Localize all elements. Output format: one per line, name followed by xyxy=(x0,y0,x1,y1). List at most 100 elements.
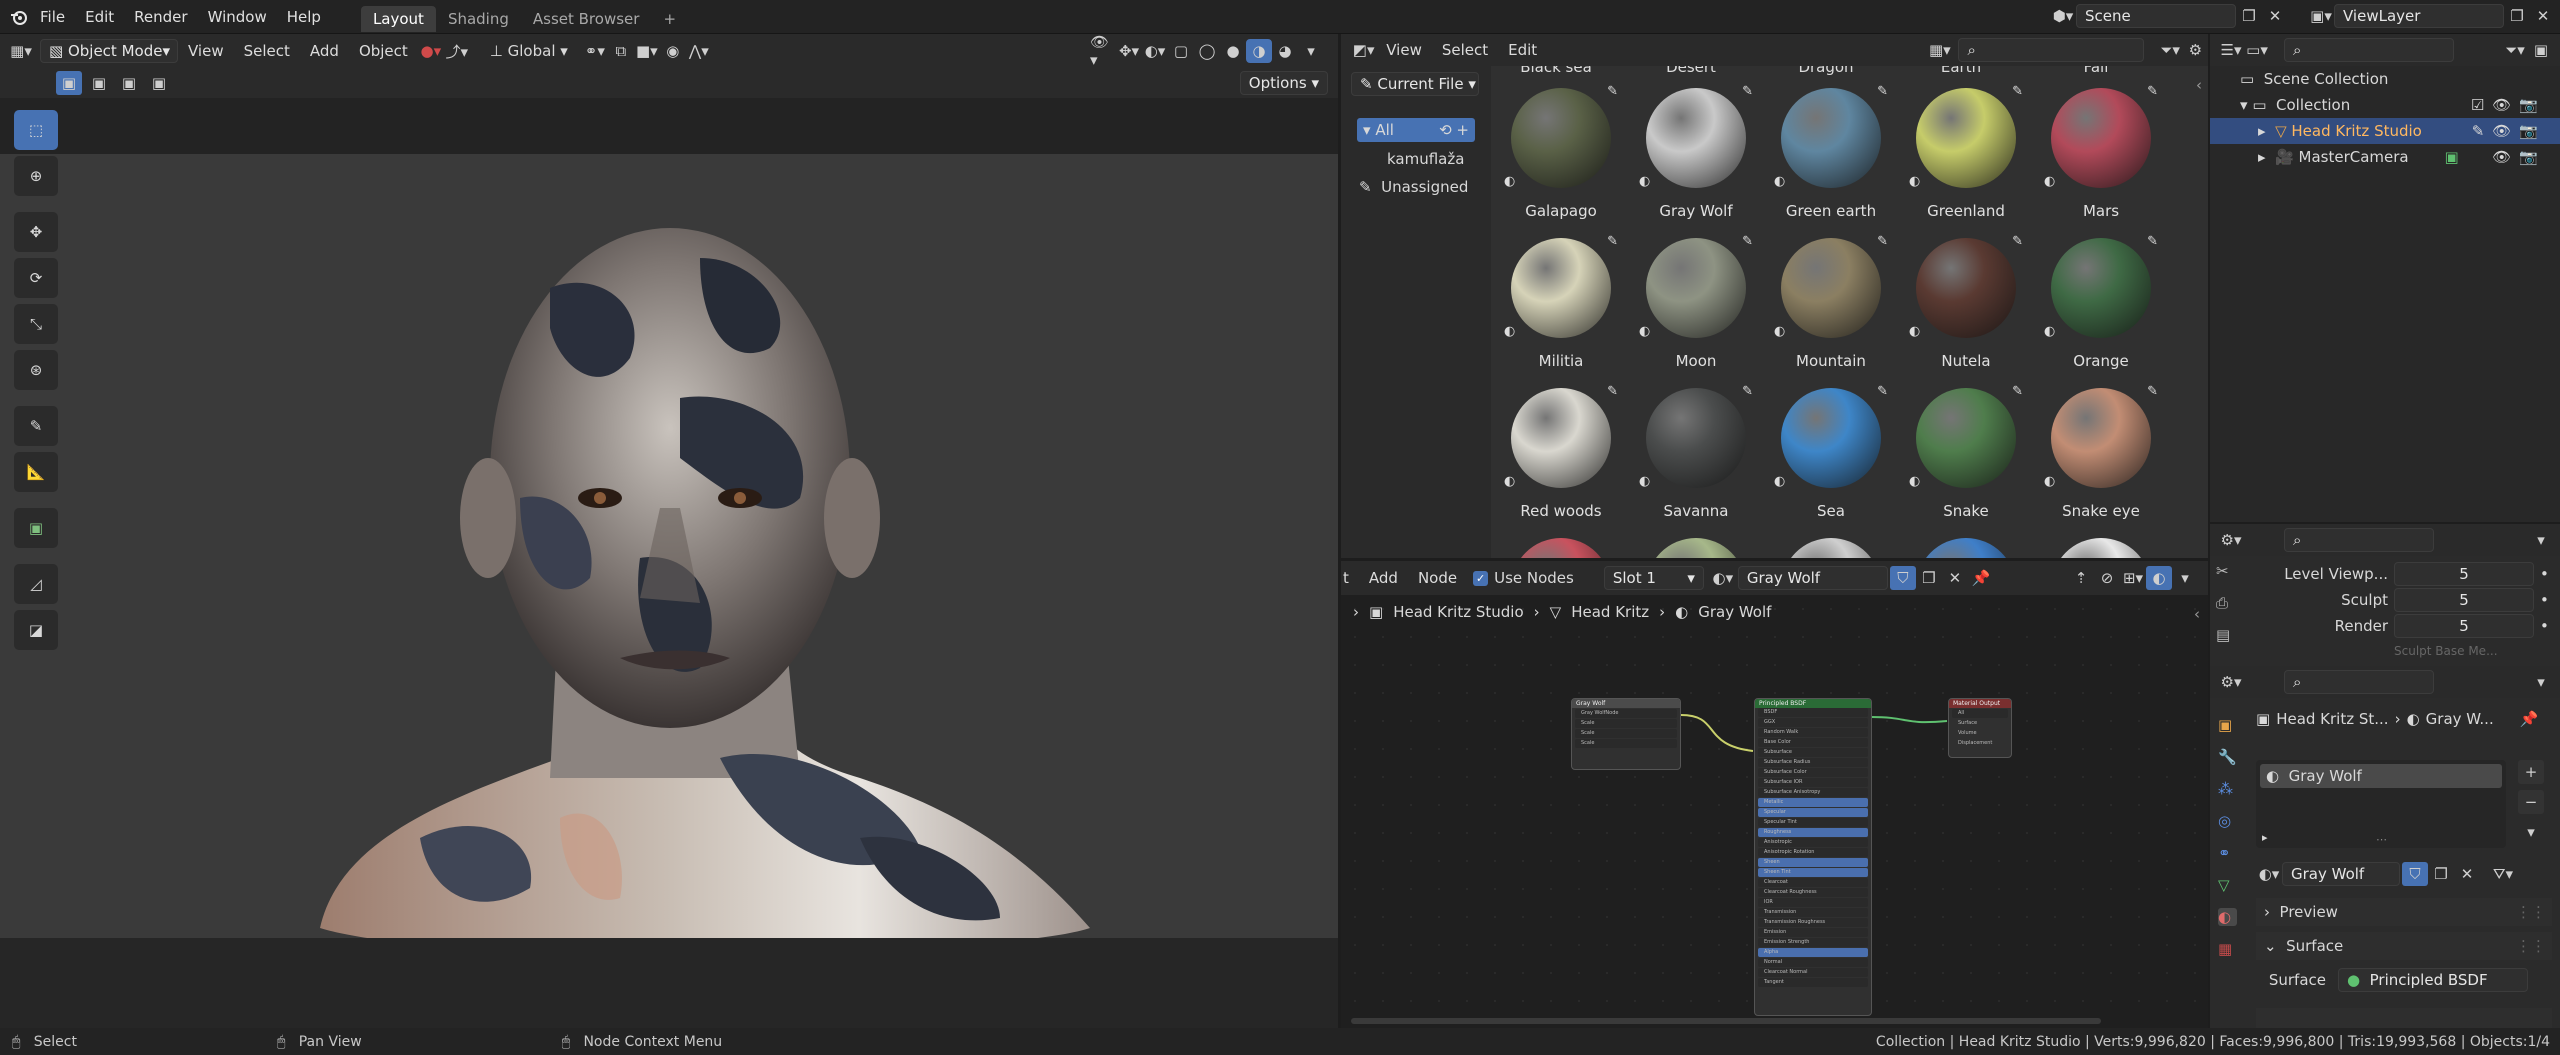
material-asset-tile[interactable]: ✎ ◐ Snake xyxy=(1901,384,2031,520)
bsdf-socket[interactable]: IOR xyxy=(1758,898,1868,907)
camera-toggles-icon[interactable]: ▣ 👁📷 xyxy=(2445,144,2546,170)
scene-icon[interactable]: ⬢▾ xyxy=(2050,4,2076,28)
mode-dropdown[interactable]: ▧ Object Mode ▾ xyxy=(40,39,178,63)
object-toggles-icon[interactable]: ✎👁📷 xyxy=(2472,118,2546,144)
output-tab-icon[interactable]: ▤ xyxy=(2216,626,2230,644)
edit-asset-icon[interactable]: ✎ xyxy=(2012,84,2023,99)
material-asset-tile[interactable]: ✎ ◐ Green earth xyxy=(1766,84,1896,220)
edit-asset-icon[interactable]: ✎ xyxy=(1877,384,1888,399)
orientation-dropdown[interactable]: ⊥ Global ▾ xyxy=(490,42,568,60)
node-socket[interactable]: Surface xyxy=(1952,719,2008,728)
render-level-field[interactable]: 5 xyxy=(2394,614,2534,638)
outliner-row-scene-collection[interactable]: ▭ Scene Collection xyxy=(2210,66,2560,92)
outliner-filter-icon[interactable]: ⏷▾ xyxy=(2502,38,2528,62)
bsdf-socket[interactable]: Alpha xyxy=(1758,948,1868,957)
material-asset-tile[interactable]: ✎ ◐ Sea xyxy=(1766,384,1896,520)
pin-icon[interactable]: 📌 xyxy=(2520,710,2539,728)
data-tab-icon[interactable]: ▽ xyxy=(2218,876,2237,894)
properties-search-input[interactable]: ⌕ xyxy=(2284,528,2434,552)
node-menu-truncated[interactable]: t xyxy=(1341,565,1359,591)
keyframe-dot-icon[interactable]: • xyxy=(2540,565,2549,583)
snapping-icon[interactable]: ⧉ xyxy=(608,39,634,63)
material-preview-sphere[interactable] xyxy=(1781,538,1881,558)
menu-edit[interactable]: Edit xyxy=(75,0,124,34)
blender-logo-icon[interactable] xyxy=(0,8,30,26)
3d-viewport[interactable]: ‹ xyxy=(0,98,1338,1028)
node-socket[interactable]: Displacement xyxy=(1952,739,2008,748)
bsdf-socket[interactable]: Subsurface Radius xyxy=(1758,758,1868,767)
proportional-edit-icon[interactable]: ◉ xyxy=(660,39,686,63)
editor-type-icon[interactable]: ▦▾ xyxy=(8,39,34,63)
gray-wolf-group-node[interactable]: Gray Wolf Gray WolfNode Scale Scale Scal… xyxy=(1571,698,1681,770)
shear-tool-icon[interactable]: ◿ xyxy=(14,564,58,604)
display-mode-icon[interactable]: ▦▾ xyxy=(1927,38,1952,62)
transform-tool-icon[interactable]: ⊛ xyxy=(14,350,58,390)
material-preview-ball-icon[interactable]: ●▾ xyxy=(418,39,444,63)
unlink-material-icon[interactable]: ✕ xyxy=(2454,862,2480,886)
tool-tab-icon[interactable]: ✂ xyxy=(2216,562,2230,580)
view-layer-field[interactable]: ViewLayer xyxy=(2334,4,2504,28)
asset-menu-edit[interactable]: Edit xyxy=(1498,37,1547,63)
snap-icon[interactable]: ⤴▾ xyxy=(444,39,470,63)
list-expand-icon[interactable]: ▸ xyxy=(2262,831,2268,844)
duplicate-material-icon[interactable]: ❐ xyxy=(1916,566,1942,590)
physics-tab-icon[interactable]: ◎ xyxy=(2218,812,2237,830)
viewport-menu-view[interactable]: View xyxy=(178,38,234,64)
bsdf-socket[interactable]: Subsurface IOR xyxy=(1758,778,1868,787)
use-nodes-checkbox[interactable]: ✓ Use Nodes xyxy=(1473,569,1574,587)
xray-icon[interactable]: ▢ xyxy=(1168,39,1194,63)
bsdf-socket[interactable]: Subsurface Color xyxy=(1758,768,1868,777)
material-asset-tile[interactable]: ✎ ◐ Nutela xyxy=(1901,234,2031,370)
asset-editor-type-icon[interactable]: ◩▾ xyxy=(1351,38,1376,62)
drag-grip-icon[interactable]: ⋮⋮ xyxy=(2516,903,2546,921)
shading-options-icon[interactable]: ▾ xyxy=(1298,39,1324,63)
viewport-menu-select[interactable]: Select xyxy=(234,38,300,64)
material-browse-icon[interactable]: ◐▾ xyxy=(2256,862,2282,886)
slot-specials-icon[interactable]: ▾ xyxy=(2518,820,2544,844)
bsdf-socket[interactable]: Clearcoat Normal xyxy=(1758,968,1868,977)
bsdf-socket[interactable]: Anisotropic Rotation xyxy=(1758,848,1868,857)
new-collection-icon[interactable]: ▣ xyxy=(2528,38,2554,62)
menu-window[interactable]: Window xyxy=(198,0,277,34)
tab-asset-browser[interactable]: Asset Browser xyxy=(521,6,652,32)
constraints-tab-icon[interactable]: ⚭ xyxy=(2218,844,2237,862)
snap-node-icon[interactable]: ⊘ xyxy=(2094,566,2120,590)
bsdf-socket[interactable]: Tangent xyxy=(1758,978,1868,987)
bsdf-socket[interactable]: Specular Tint xyxy=(1758,818,1868,827)
material-browse-icon[interactable]: ◐▾ xyxy=(1710,566,1736,590)
edit-asset-icon[interactable]: ✎ xyxy=(1877,84,1888,99)
remove-slot-icon[interactable]: − xyxy=(2518,790,2544,814)
surface-panel-header[interactable]: ⌄ Surface ⋮⋮ xyxy=(2256,932,2552,960)
properties-editor-type-icon[interactable]: ⚙▾ xyxy=(2218,528,2244,552)
node-menu-node[interactable]: Node xyxy=(1408,565,1467,591)
material-preview-sphere[interactable] xyxy=(1511,538,1611,558)
properties-options-icon[interactable]: ▾ xyxy=(2528,528,2554,552)
edit-asset-icon[interactable]: ✎ xyxy=(2012,384,2023,399)
material-asset-tile[interactable]: ✎ ◐ Savanna xyxy=(1631,384,1761,520)
edit-asset-icon[interactable]: ✎ xyxy=(1742,234,1753,249)
bsdf-socket[interactable]: Subsurface Anisotropy xyxy=(1758,788,1868,797)
add-cube-tool-icon[interactable]: ▣ xyxy=(14,508,58,548)
bsdf-socket[interactable]: Transmission xyxy=(1758,908,1868,917)
measure-tool-icon[interactable]: 📐 xyxy=(14,452,58,492)
node-snap-options-icon[interactable]: ⊞▾ xyxy=(2120,566,2146,590)
edit-asset-icon[interactable]: ✎ xyxy=(1877,234,1888,249)
menu-render[interactable]: Render xyxy=(124,0,197,34)
select-subtract-icon[interactable]: ▣ xyxy=(116,71,142,95)
delete-view-layer-icon[interactable]: ✕ xyxy=(2530,4,2556,28)
rendered-shading-icon[interactable]: ◕ xyxy=(1272,39,1298,63)
outliner-row-master-camera[interactable]: ▸ 🎥 MasterCamera ▣ 👁📷 xyxy=(2210,144,2560,170)
visibility-icon[interactable]: 👁▾ xyxy=(1090,33,1116,69)
material-asset-tile[interactable]: ✎ ◐ Orange xyxy=(2036,234,2166,370)
node-field[interactable]: Gray WolfNode xyxy=(1575,709,1677,718)
node-socket[interactable]: Scale xyxy=(1575,739,1677,748)
cursor-tool-icon[interactable]: ⊕ xyxy=(14,156,58,196)
menu-help[interactable]: Help xyxy=(277,0,331,34)
bsdf-socket[interactable]: Normal xyxy=(1758,958,1868,967)
material-asset-tile[interactable]: ✎ ◐ Gray Wolf xyxy=(1631,84,1761,220)
properties-search-input[interactable]: ⌕ xyxy=(2284,670,2434,694)
node-overlay-options-icon[interactable]: ▾ xyxy=(2172,566,2198,590)
bsdf-socket[interactable]: Sheen Tint xyxy=(1758,868,1868,877)
material-tab-icon[interactable]: ◐ xyxy=(2218,908,2237,926)
expand-arrow-icon[interactable]: ▾ xyxy=(2240,92,2252,118)
